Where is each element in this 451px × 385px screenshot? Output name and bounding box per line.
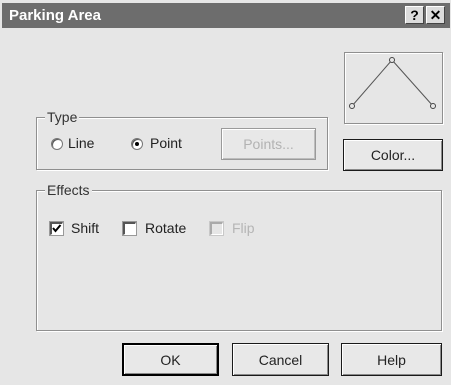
help-button[interactable]: Help bbox=[341, 343, 442, 376]
shift-checkbox[interactable] bbox=[49, 221, 64, 236]
point-radio[interactable] bbox=[131, 138, 143, 150]
title-bar[interactable]: Parking Area ? ✕ bbox=[2, 3, 450, 28]
ok-button[interactable]: OK bbox=[122, 343, 219, 376]
parking-area-dialog: Parking Area ? ✕ Type Line Point Points.… bbox=[0, 0, 451, 385]
rotate-checkbox[interactable] bbox=[122, 221, 137, 236]
shift-label[interactable]: Shift bbox=[71, 220, 99, 236]
points-button[interactable]: Points... bbox=[221, 128, 316, 160]
rotate-label[interactable]: Rotate bbox=[145, 220, 186, 236]
type-group-label: Type bbox=[45, 109, 80, 125]
cancel-button[interactable]: Cancel bbox=[232, 343, 329, 376]
flip-checkbox[interactable] bbox=[209, 221, 224, 236]
color-button[interactable]: Color... bbox=[343, 139, 443, 171]
window-title: Parking Area bbox=[9, 7, 101, 24]
line-radio[interactable] bbox=[51, 138, 63, 150]
shape-preview bbox=[344, 52, 443, 124]
effects-group-label: Effects bbox=[45, 182, 92, 198]
help-title-button[interactable]: ? bbox=[405, 6, 424, 24]
checkmark-icon bbox=[52, 224, 62, 233]
close-button[interactable]: ✕ bbox=[426, 6, 445, 24]
effects-group: Effects bbox=[36, 182, 442, 331]
line-radio-label[interactable]: Line bbox=[68, 135, 94, 151]
polyline-preview-icon bbox=[349, 57, 436, 109]
flip-label: Flip bbox=[232, 220, 255, 236]
point-radio-label[interactable]: Point bbox=[150, 135, 182, 151]
radio-selected-dot bbox=[135, 142, 139, 146]
